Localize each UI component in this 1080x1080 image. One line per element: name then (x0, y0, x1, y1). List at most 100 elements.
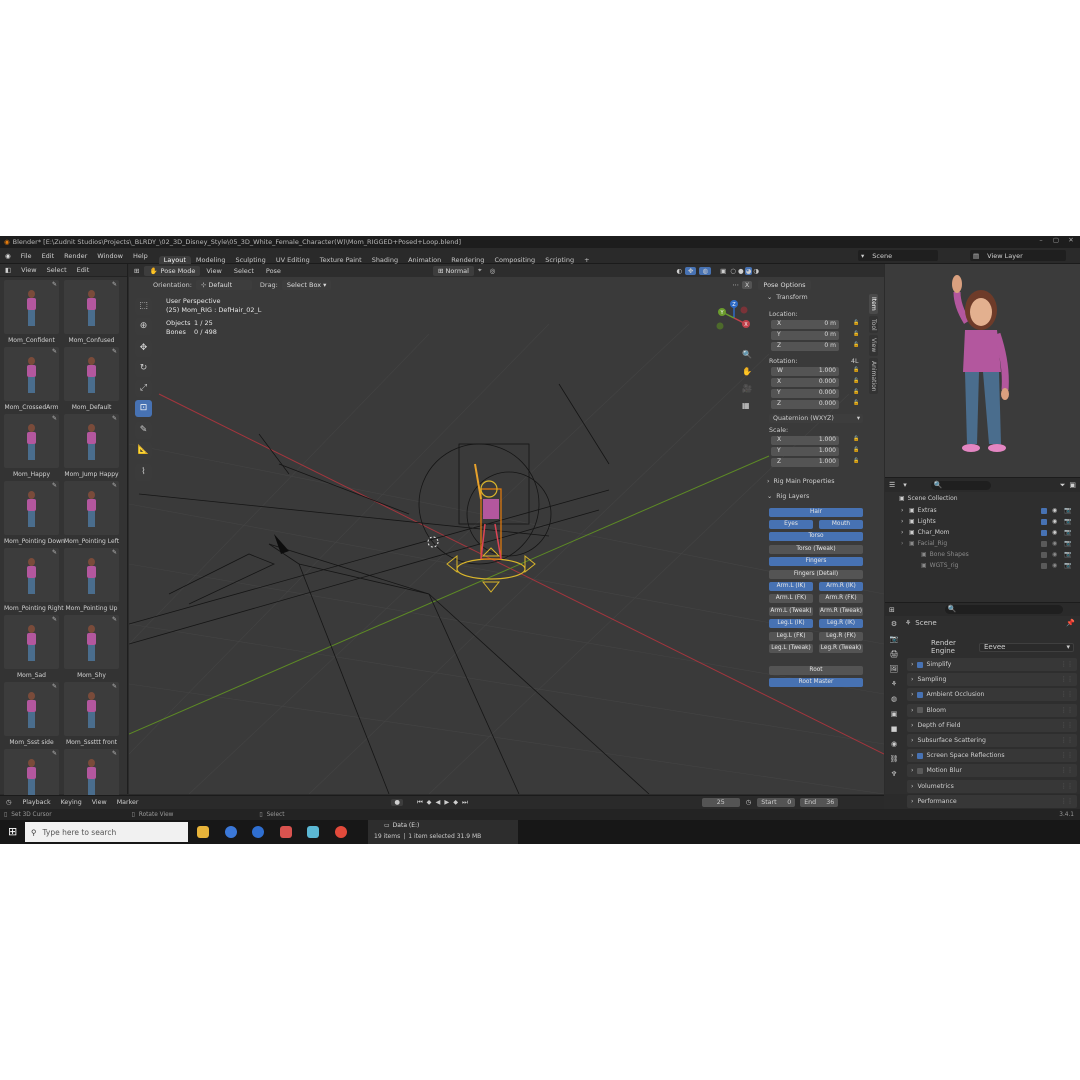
view-layer-selector[interactable]: ▤ View Layer (970, 250, 1066, 261)
rig-layer-leg-l-fk[interactable]: Leg.L (FK) (769, 632, 813, 641)
visibility-eye-icon[interactable]: ◉ (1052, 529, 1057, 536)
drag-handle-icon[interactable]: ⋮⋮ (1061, 707, 1077, 714)
rig-layer-root[interactable]: Root (769, 666, 863, 675)
pan-icon[interactable]: ✋ (742, 363, 752, 380)
end-frame-field[interactable]: End 36 (800, 798, 839, 807)
visibility-icon[interactable]: ◐ (673, 267, 685, 275)
pose-options-toggle-icon[interactable]: ⋯ (729, 281, 742, 289)
edit-icon[interactable]: ✎ (112, 616, 117, 623)
edit-icon[interactable]: ✎ (52, 281, 57, 288)
rig-layer-torso[interactable]: Torso (769, 532, 863, 541)
visibility-eye-icon[interactable]: ◉ (1052, 562, 1057, 569)
include-checkbox[interactable] (1041, 507, 1047, 514)
outliner-item[interactable]: ▣ Bone Shapes ◉ 📷 (885, 549, 1080, 560)
move-tool-icon[interactable]: ✥ (135, 340, 152, 357)
pivot-selector[interactable]: ⊞ Normal (432, 265, 474, 276)
taskbar-search-input[interactable]: ⚲ Type here to search (25, 822, 188, 842)
tab-animation[interactable]: Animation (403, 256, 446, 264)
pose-menu-view[interactable]: View (16, 266, 41, 274)
rig-layer-fingers[interactable]: Fingers (769, 557, 863, 566)
camera-view-icon[interactable]: 🎥 (742, 380, 752, 397)
viewport-menu-view[interactable]: View (200, 267, 227, 275)
rig-layer-arm-l-tweak[interactable]: Arm.L (Tweak) (769, 607, 813, 616)
pose-thumbnail[interactable]: ✎ Mom_Ssst side (4, 682, 59, 746)
shading-rendered-icon[interactable]: ◑ (752, 267, 760, 275)
render-engine-selector[interactable]: Eevee ▾ (979, 642, 1074, 652)
tab-view[interactable]: View (869, 335, 878, 356)
start-frame-field[interactable]: Start 0 (757, 798, 796, 807)
drag-handle-icon[interactable]: ⋮⋮ (1061, 661, 1077, 668)
pose-thumbnail[interactable]: ✎ Mom_Happy (4, 414, 59, 478)
pose-thumbnail[interactable]: ✎ Mom_Pointing Up (64, 548, 119, 612)
file-explorer-icon[interactable] (197, 826, 209, 838)
lock-icon[interactable]: 🔓 (853, 331, 859, 337)
editor-type-icon[interactable]: ⊞ (885, 606, 899, 614)
measure-tool-icon[interactable]: 📐 (135, 442, 152, 459)
tool-properties-icon[interactable]: ⚙ (887, 617, 901, 632)
transform-header[interactable]: ⌄ Transform (767, 294, 867, 301)
app-icon-1[interactable] (225, 826, 237, 838)
timeline-menu-marker[interactable]: Marker (112, 799, 144, 806)
properties-section[interactable]: › Bloom ⋮⋮ (907, 703, 1077, 717)
drag-handle-icon[interactable]: ⋮⋮ (1061, 752, 1077, 759)
tab-shading[interactable]: Shading (367, 256, 403, 264)
pose-thumbnail[interactable]: ✎ Mom_Pointing Left (64, 481, 119, 545)
rig-layer-leg-l-tweak[interactable]: Leg.L (Tweak) (769, 644, 813, 653)
outliner-scene-collection[interactable]: ▣ Scene Collection (885, 493, 1080, 504)
scale-field-y[interactable]: Y 1.000 (771, 447, 839, 456)
properties-section[interactable]: › Depth of Field ⋮⋮ (907, 718, 1077, 732)
drag-selector[interactable]: Select Box ▾ (281, 280, 332, 290)
outliner-item[interactable]: › ▣ Lights ◉ 📷 (885, 516, 1080, 527)
properties-section[interactable]: › Simplify ⋮⋮ (907, 658, 1077, 671)
rig-layer-leg-r-ik[interactable]: Leg.R (IK) (819, 619, 863, 628)
render-camera-icon[interactable]: 📷 (1064, 551, 1071, 558)
pin-icon[interactable]: 📌 (1066, 619, 1075, 627)
pose-thumbnail[interactable]: ✎ Mom_Pointing Right (4, 548, 64, 612)
lock-icon[interactable]: 🔓 (853, 436, 859, 442)
menu-render[interactable]: Render (59, 252, 92, 260)
tab-texture-paint[interactable]: Texture Paint (315, 256, 367, 264)
rig-layer-fingers-detail[interactable]: Fingers (Detail) (769, 570, 863, 579)
edit-icon[interactable]: ✎ (52, 482, 57, 489)
edit-icon[interactable]: ✎ (52, 549, 57, 556)
edit-icon[interactable]: ✎ (52, 683, 57, 690)
record-icon[interactable]: ● (391, 799, 403, 806)
edit-icon[interactable]: ✎ (112, 683, 117, 690)
timeline-menu-playback[interactable]: Playback (18, 799, 56, 806)
new-collection-icon[interactable]: ▣ (1069, 481, 1080, 489)
tab-uv-editing[interactable]: UV Editing (271, 256, 315, 264)
rig-layer-leg-r-fk[interactable]: Leg.R (FK) (819, 632, 863, 641)
edit-icon[interactable]: ✎ (112, 281, 117, 288)
drag-handle-icon[interactable]: ⋮⋮ (1061, 722, 1077, 729)
rotation-field-y[interactable]: Y 0.000 (771, 389, 839, 398)
perspective-toggle-icon[interactable]: ▦ (742, 397, 752, 414)
location-field-x[interactable]: X 0 m (771, 320, 839, 329)
drag-handle-icon[interactable]: ⋮⋮ (1061, 767, 1077, 774)
render-camera-icon[interactable]: 📷 (1064, 518, 1071, 525)
data-properties-icon[interactable]: ♆ (887, 767, 901, 782)
visibility-eye-icon[interactable]: ◉ (1052, 507, 1057, 514)
windows-start-icon[interactable]: ⊞ (8, 825, 17, 838)
pose-options-button[interactable]: Pose Options (758, 280, 811, 290)
shading-wireframe-icon[interactable]: ○ (729, 267, 737, 275)
drag-handle-icon[interactable]: ⋮⋮ (1061, 783, 1077, 790)
tab-item[interactable]: Item (869, 294, 878, 314)
rig-layer-arm-l-ik[interactable]: Arm.L (IK) (769, 582, 813, 591)
rotation-field-z[interactable]: Z 0.000 (771, 400, 839, 409)
include-checkbox[interactable] (1041, 562, 1047, 569)
pose-thumbnail[interactable]: ✎ Mom_Confused (64, 280, 119, 344)
tab-tool[interactable]: Tool (869, 315, 878, 334)
next-keyframe-icon[interactable]: ◆ (451, 799, 460, 806)
visibility-eye-icon[interactable]: ◉ (1052, 518, 1057, 525)
edit-icon[interactable]: ✎ (112, 549, 117, 556)
pose-thumbnail[interactable]: ✎ Mom_Sad (4, 615, 59, 679)
lock-icon[interactable]: 🔓 (853, 320, 859, 326)
object-properties-icon[interactable]: ■ (887, 722, 901, 737)
rotation-mode-selector[interactable]: Quaternion (WXYZ) ▾ (769, 414, 863, 423)
collection-properties-icon[interactable]: ▣ (887, 707, 901, 722)
lock-icon[interactable]: 🔓 (853, 342, 859, 348)
rotation-field-w[interactable]: W 1.000 (771, 367, 839, 376)
outliner-item[interactable]: › ▣ Extras ◉ 📷 (885, 505, 1080, 516)
expand-arrow-icon[interactable]: › (901, 540, 909, 547)
physics-properties-icon[interactable]: ◉ (887, 737, 901, 752)
